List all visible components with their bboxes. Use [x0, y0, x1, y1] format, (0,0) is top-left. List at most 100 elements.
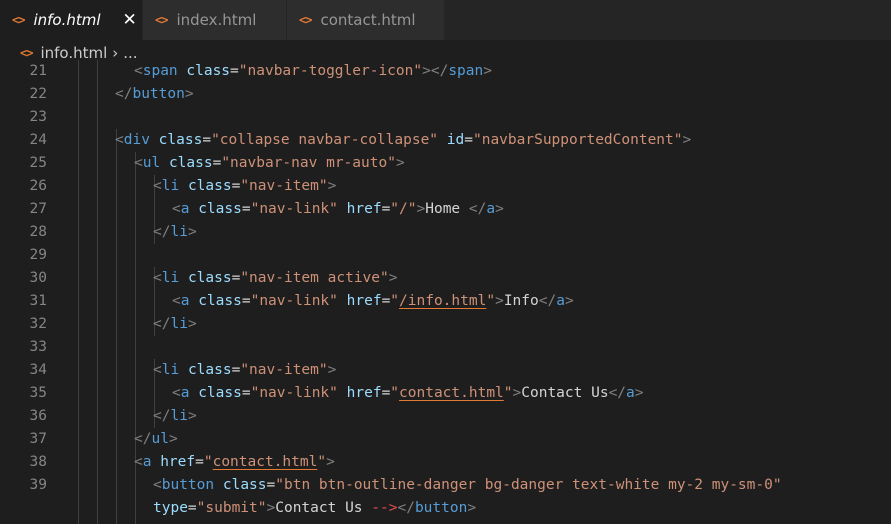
code-line[interactable]: 26 <li class="nav-item"> [0, 175, 891, 198]
code-line[interactable]: 22 </button> [0, 83, 891, 106]
code-token: class [168, 155, 213, 171]
code-token: < [153, 178, 162, 194]
code-token: Contact Us [521, 385, 609, 401]
tab-contact-html[interactable]: <> contact.html [287, 0, 444, 40]
code-line[interactable]: 33 [0, 336, 891, 359]
code-token: "nav-link" [250, 385, 338, 401]
code-token: "nav-item active" [240, 270, 389, 286]
code-text: <a class="nav-link" href="contact.html">… [172, 382, 644, 405]
code-token[interactable]: contact.html [399, 385, 504, 401]
code-token: "navbar-toggler-icon" [238, 63, 423, 79]
code-token: ul [142, 155, 161, 171]
code-line[interactable]: 25 <ul class="navbar-nav mr-auto"> [0, 152, 891, 175]
line-number: 26 [29, 178, 47, 194]
code-line[interactable]: 32 </li> [0, 313, 891, 336]
line-number: 29 [29, 247, 47, 263]
line-number: 39 [29, 477, 47, 493]
tab-index-html[interactable]: <> index.html [143, 0, 286, 40]
code-line[interactable]: 24 <div class="collapse navbar-collapse" … [0, 129, 891, 152]
code-line[interactable]: 28 </li> [0, 221, 891, 244]
tab-info-html[interactable]: <> info.html ✕ [0, 0, 142, 40]
code-token: > [187, 408, 197, 424]
code-token: "/" [390, 201, 417, 217]
code-token: = [266, 477, 276, 493]
code-token: Home [425, 201, 469, 217]
code-line[interactable]: type="submit">Contact Us --></button> [0, 497, 891, 520]
code-text: </button> [115, 83, 194, 106]
code-token: class [158, 132, 203, 148]
code-line[interactable]: 23 [0, 106, 891, 129]
code-line[interactable]: 29 [0, 244, 891, 267]
code-token: class [186, 63, 231, 79]
line-number: 35 [29, 385, 47, 401]
code-token: --> [371, 500, 398, 516]
code-text: <li class="nav-item"> [153, 359, 336, 382]
code-line[interactable]: 27 <a class="nav-link" href="/">Home </a> [0, 198, 891, 221]
line-number: 36 [29, 408, 47, 424]
code-token: id [446, 132, 465, 148]
code-token[interactable]: /info.html [399, 293, 486, 309]
code-token: class [198, 293, 242, 309]
code-token: "nav-link" [250, 201, 338, 217]
code-line[interactable]: 34 <li class="nav-item"> [0, 359, 891, 382]
line-number: 25 [29, 155, 47, 171]
code-token: a [556, 293, 565, 309]
line-number: 37 [29, 431, 47, 447]
code-line[interactable]: 21 <span class="navbar-toggler-icon"></sp… [0, 60, 891, 83]
close-icon[interactable]: ✕ [123, 10, 137, 30]
code-line[interactable]: 40 </a> [0, 520, 891, 524]
code-token: </ [115, 86, 133, 102]
code-token: > [187, 316, 197, 332]
code-token: > [168, 431, 178, 447]
code-token: < [172, 385, 181, 401]
code-token: href [160, 454, 196, 470]
html-file-icon: <> [155, 13, 168, 27]
code-token: class [187, 178, 232, 194]
line-number: 30 [29, 270, 47, 286]
code-line[interactable]: 38 <a href="contact.html"> [0, 451, 891, 474]
tab-label: contact.html [320, 11, 416, 29]
code-text: </li> [153, 405, 197, 428]
code-token: div [123, 132, 150, 148]
code-line[interactable]: 39 <button class="btn btn-outline-danger … [0, 474, 891, 497]
html-file-icon: <> [299, 13, 312, 27]
code-token: " [203, 454, 213, 470]
code-editor[interactable]: 21 <span class="navbar-toggler-icon"></sp… [0, 59, 891, 524]
line-number: 40 [0, 520, 47, 524]
line-number: 24 [29, 132, 47, 148]
code-token: > [395, 155, 405, 171]
code-token: = [195, 454, 204, 470]
code-token: </ [468, 201, 487, 217]
code-token: a [626, 385, 635, 401]
code-token: < [172, 201, 181, 217]
line-number: 21 [29, 63, 47, 79]
code-token: li [161, 270, 180, 286]
code-token: Info [503, 293, 539, 309]
code-line[interactable]: 36 </li> [0, 405, 891, 428]
code-token: < [153, 477, 162, 493]
code-token: = [464, 132, 473, 148]
code-token: class [187, 362, 232, 378]
line-number: 31 [29, 293, 47, 309]
code-line[interactable]: 35 <a class="nav-link" href="contact.html… [0, 382, 891, 405]
code-line[interactable]: 37 </ul> [0, 428, 891, 451]
code-line[interactable]: 31 <a class="nav-link" href="/info.html">… [0, 290, 891, 313]
tab-label: info.html [33, 11, 101, 29]
code-token: " [390, 293, 400, 309]
code-token: class [198, 201, 242, 217]
code-token: button [161, 477, 215, 493]
code-text: <div class="collapse navbar-collapse" id… [115, 129, 691, 152]
line-number: 32 [29, 316, 47, 332]
code-token: href [346, 293, 382, 309]
code-token: > [682, 132, 692, 148]
code-token: > [483, 63, 492, 79]
line-number: 28 [29, 224, 47, 240]
code-token[interactable]: contact.html [213, 454, 318, 470]
code-line[interactable]: 30 <li class="nav-item active"> [0, 267, 891, 290]
code-token: = [381, 385, 391, 401]
